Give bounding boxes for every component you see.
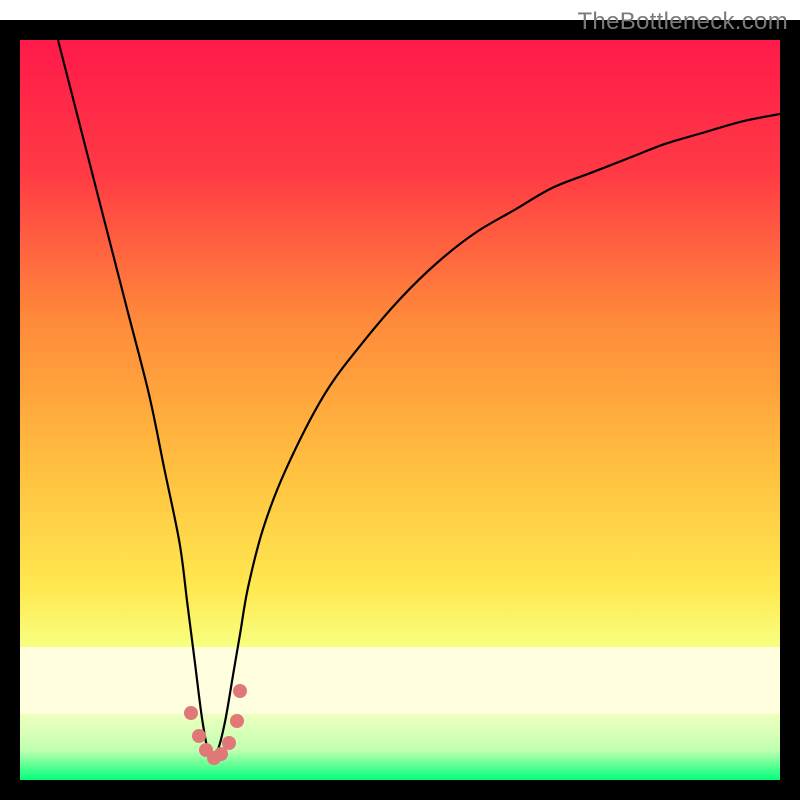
bottleneck-curve (20, 40, 780, 780)
watermark-text: TheBottleneck.com (577, 8, 788, 36)
data-marker (192, 729, 206, 743)
plot-area (20, 40, 780, 780)
data-marker (222, 736, 236, 750)
data-marker (230, 714, 244, 728)
chart-frame (0, 20, 800, 800)
